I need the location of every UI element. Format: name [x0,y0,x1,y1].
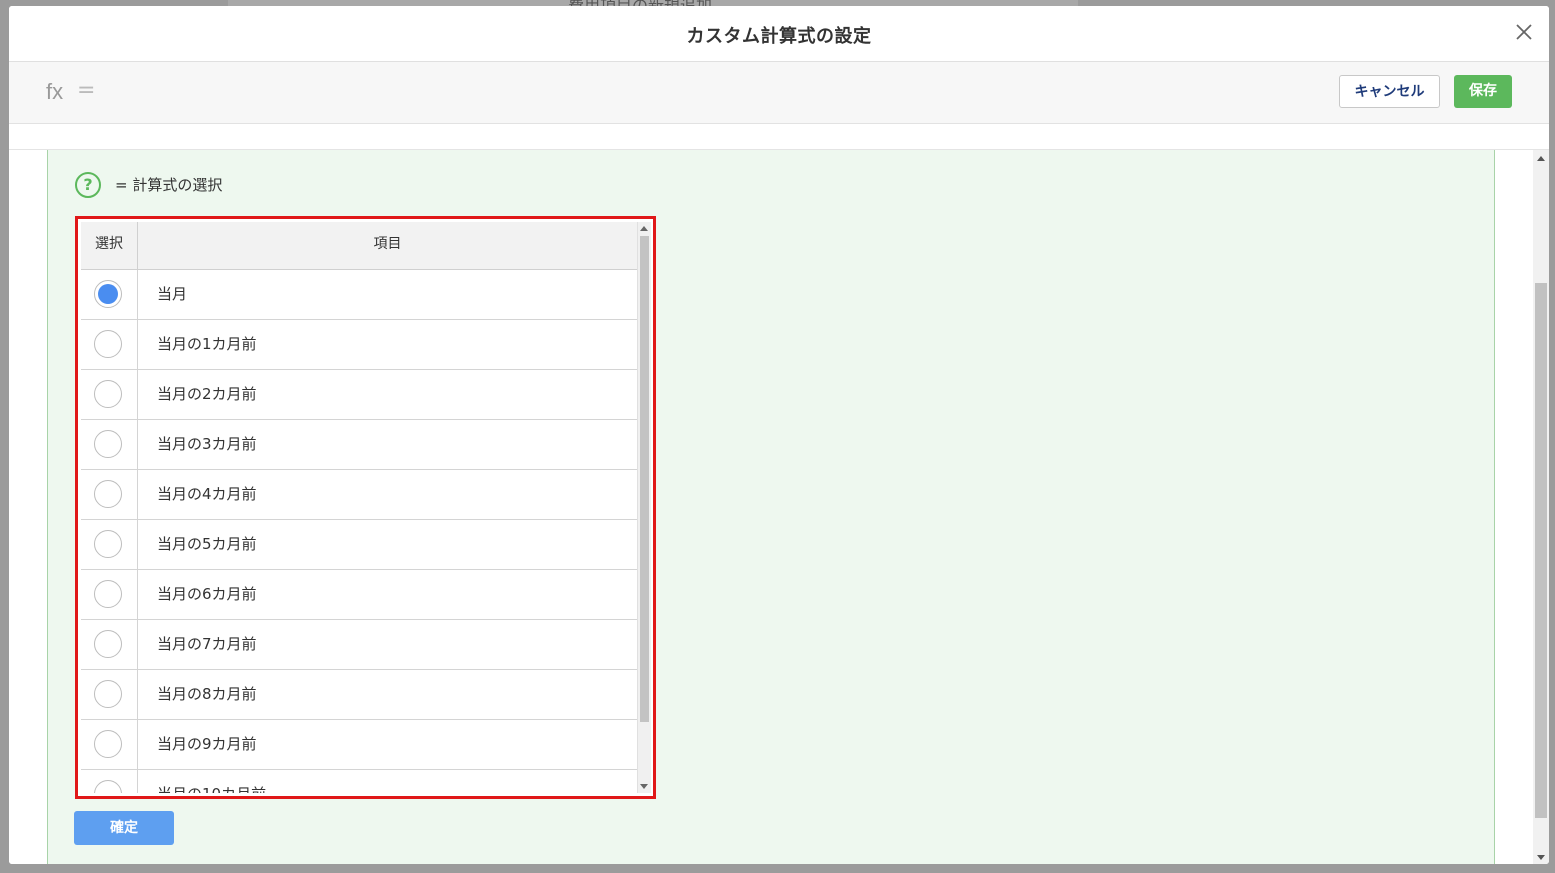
select-cell [81,620,138,669]
highlight-frame: 選択 項目 当月当月の1カ月前 当月の2カ月前 当月の3カ月前 当月の4カ月前 当月の5… [75,216,656,799]
select-cell [81,320,138,369]
row-radio[interactable] [94,780,122,793]
modal-body: ? = 計算式の選択 選択 項目 当月当月の1カ月前 当月の2カ月前 当月の3カ月前… [9,150,1533,864]
item-table: 選択 項目 当月当月の1カ月前 当月の2カ月前 当月の3カ月前 当月の4カ月前 当月の5… [81,222,637,793]
row-radio[interactable] [94,580,122,608]
header-select: 選択 [81,222,138,269]
select-cell [81,720,138,769]
row-label: 当月の3カ月前 [157,435,257,453]
table-header: 選択 項目 [81,222,637,270]
table-row[interactable]: 当月の3カ月前 [81,420,637,470]
row-radio[interactable] [94,630,122,658]
formula-equals: = [77,78,96,103]
row-radio[interactable] [94,530,122,558]
select-cell [81,520,138,569]
select-cell [81,770,138,793]
row-label: 当月の9カ月前 [157,735,257,753]
select-cell [81,420,138,469]
select-cell [81,670,138,719]
row-label: 当月の1カ月前 [157,335,257,353]
row-label: 当月の2カ月前 [157,385,257,403]
row-radio[interactable] [94,430,122,458]
help-icon[interactable]: ? [75,172,101,198]
close-icon[interactable] [1513,21,1535,43]
table-row[interactable]: 当月の9カ月前 [81,720,637,770]
save-button[interactable]: 保存 [1454,75,1512,108]
table-row[interactable]: 当月の4カ月前 [81,470,637,520]
row-label: 当月の10カ月前 [157,770,266,793]
table-row[interactable]: 当月の6カ月前 [81,570,637,620]
scroll-thumb[interactable] [1535,283,1547,818]
row-label: 当月の7カ月前 [157,635,257,653]
select-cell [81,270,138,319]
row-label: 当月の8カ月前 [157,685,257,703]
row-radio[interactable] [94,480,122,508]
scroll-up-icon[interactable] [1537,156,1545,161]
select-cell [81,470,138,519]
modal-title: カスタム計算式の設定 [686,26,872,47]
table-scrollbar[interactable] [637,222,651,793]
row-radio[interactable] [94,380,122,408]
formula-bar: fx = キャンセル 保存 [9,62,1549,124]
cancel-button[interactable]: キャンセル [1339,75,1440,108]
table-body: 当月 当月の1カ月前 当月の2カ月前 当月の3カ月前 当月の4カ月前 当月の5カ月前 当月の… [81,270,637,793]
table-row[interactable]: 当月の7カ月前 [81,620,637,670]
select-cell [81,370,138,419]
formula-type-label: = 計算式の選択 [115,176,223,194]
scroll-thumb[interactable] [640,236,649,722]
row-label: 当月 [157,285,188,303]
table-row[interactable]: 当月 [81,270,637,320]
formula-select-panel: ? = 計算式の選択 選択 項目 当月当月の1カ月前 当月の2カ月前 当月の3カ月前… [47,150,1495,864]
row-radio[interactable] [94,680,122,708]
row-radio[interactable] [94,280,122,308]
scroll-down-icon[interactable] [640,784,648,789]
row-label: 当月の4カ月前 [157,485,257,503]
header-item: 項目 [373,236,402,252]
fx-label: fx [46,79,64,104]
modal-header: カスタム計算式の設定 [9,6,1549,62]
table-row[interactable]: 当月の8カ月前 [81,670,637,720]
confirm-button[interactable]: 確定 [74,811,174,845]
select-cell [81,570,138,619]
row-radio[interactable] [94,730,122,758]
formula-spacer [9,124,1549,150]
table-row[interactable]: 当月の5カ月前 [81,520,637,570]
table-row[interactable]: 当月の10カ月前 [81,770,637,793]
row-radio[interactable] [94,330,122,358]
scroll-up-icon[interactable] [640,226,648,231]
custom-formula-modal: カスタム計算式の設定 fx = キャンセル 保存 ? = 計算式の選択 選択 項… [9,6,1549,864]
row-label: 当月の5カ月前 [157,535,257,553]
table-row[interactable]: 当月の2カ月前 [81,370,637,420]
table-row[interactable]: 当月の1カ月前 [81,320,637,370]
row-label: 当月の6カ月前 [157,585,257,603]
scroll-down-icon[interactable] [1537,855,1545,860]
modal-scrollbar[interactable] [1533,150,1549,864]
